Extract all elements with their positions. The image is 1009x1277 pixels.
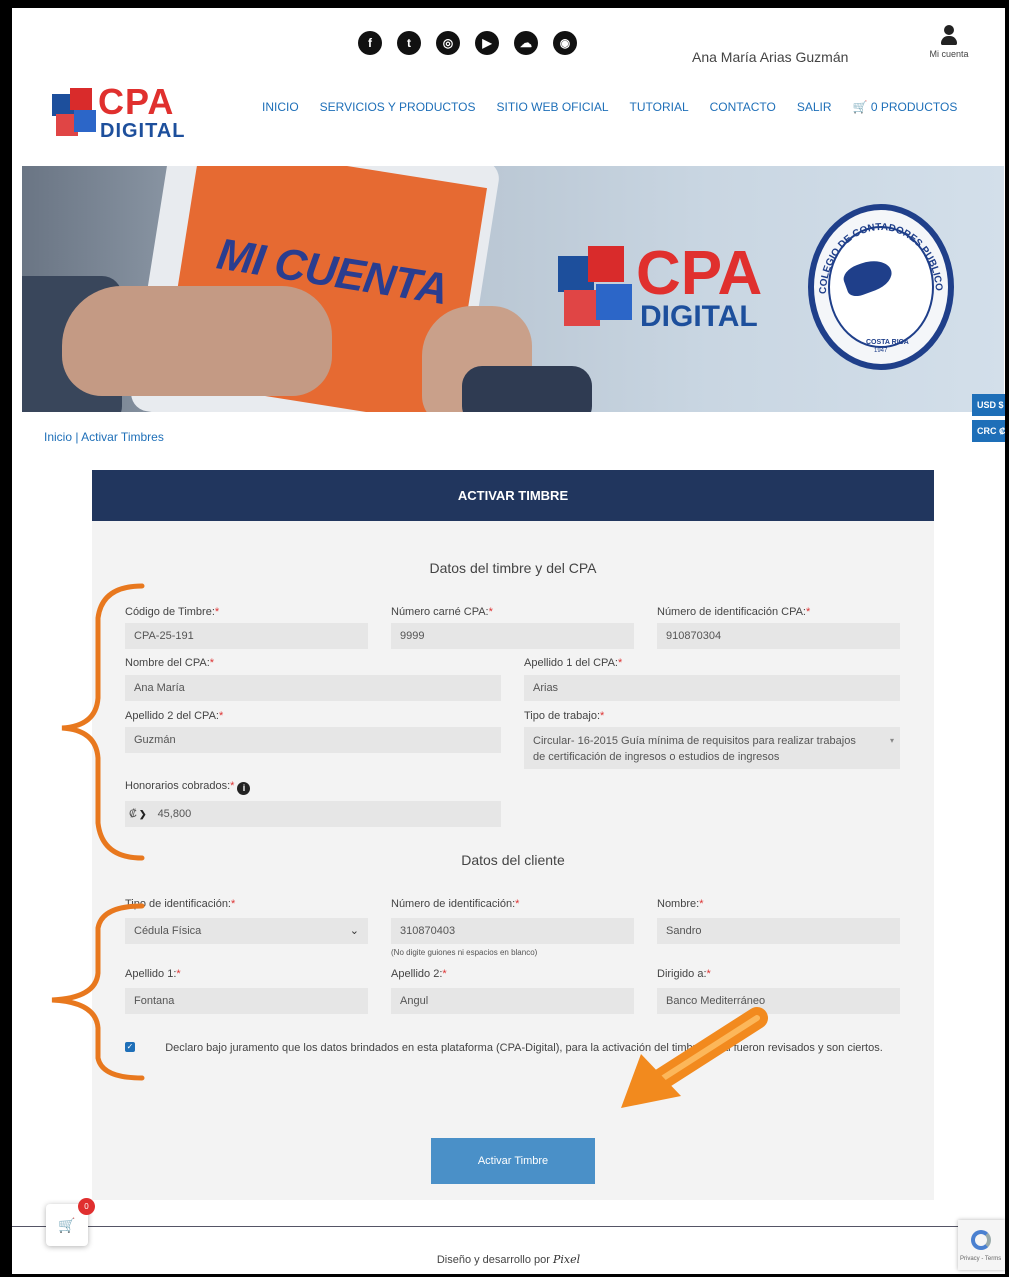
nav-tutorial[interactable]: TUTORIAL bbox=[630, 100, 689, 114]
currency-usd[interactable]: USD $ bbox=[972, 394, 1005, 416]
tipo-id-select[interactable]: Cédula Física ⌄ bbox=[125, 918, 368, 944]
apellido1-cpa-field[interactable]: Arias bbox=[524, 675, 900, 701]
activar-timbre-form: ACTIVAR TIMBRE Datos del timbre y del CP… bbox=[92, 470, 934, 1200]
nav-sitio-web[interactable]: SITIO WEB OFICIAL bbox=[497, 100, 609, 114]
account-link[interactable]: Mi cuenta bbox=[924, 25, 974, 59]
idcpa-label: Número de identificación CPA:* bbox=[657, 606, 811, 618]
colegio-seal: COLEGIO DE CONTADORES PUBLICOS COSTA RIC… bbox=[808, 204, 954, 370]
honorarios-value: 45,800 bbox=[157, 808, 192, 820]
user-name: Ana María Arias Guzmán bbox=[692, 49, 849, 65]
idcpa-field[interactable]: 910870304 bbox=[657, 623, 900, 649]
nav-salir[interactable]: SALIR bbox=[797, 100, 832, 114]
nav-inicio[interactable]: INICIO bbox=[262, 100, 299, 114]
youtube-icon[interactable]: ▶ bbox=[475, 31, 499, 55]
carne-field[interactable]: 9999 bbox=[391, 623, 634, 649]
footer-divider bbox=[12, 1226, 1005, 1227]
nombre-cliente-field[interactable]: Sandro bbox=[657, 918, 900, 944]
tipo-trabajo-line1: Circular- 16-2015 Guía mínima de requisi… bbox=[533, 735, 856, 747]
recaptcha-badge[interactable]: Privacy - Terms bbox=[958, 1220, 1005, 1270]
carne-label: Número carné CPA:* bbox=[391, 606, 493, 618]
activar-timbre-button[interactable]: Activar Timbre bbox=[431, 1138, 595, 1184]
recaptcha-icon bbox=[971, 1230, 991, 1250]
tipo-trabajo-line2: de certificación de ingresos o estudios … bbox=[533, 751, 780, 763]
podcast-icon[interactable]: ◉ bbox=[553, 31, 577, 55]
declaration-text: Declaro bajo juramento que los datos bri… bbox=[165, 1042, 883, 1054]
seal-text: COLEGIO DE CONTADORES PUBLICOS COSTA RIC… bbox=[808, 204, 944, 354]
svg-text:COSTA RICA: COSTA RICA bbox=[866, 339, 909, 346]
num-id-hint: (No digite guiones ni espacios en blanco… bbox=[391, 948, 538, 957]
honorarios-field[interactable]: ₡ ❯ 45,800 bbox=[125, 801, 501, 827]
footer-brand[interactable]: Pixel bbox=[553, 1253, 580, 1266]
apellido1-cliente-field[interactable]: Fontana bbox=[125, 988, 368, 1014]
hero-banner: MI CUENTA CPA DIGITAL COLEGIO DE CONTADO… bbox=[22, 166, 1004, 412]
nav-cart[interactable]: 🛒 0 PRODUCTOS bbox=[853, 100, 958, 114]
main-nav: INICIO SERVICIOS Y PRODUCTOS SITIO WEB O… bbox=[262, 100, 957, 114]
banner-logo-cpa: CPA bbox=[636, 239, 763, 308]
num-id-label: Número de identificación:* bbox=[391, 898, 520, 910]
soundcloud-icon[interactable]: ☁ bbox=[514, 31, 538, 55]
tipo-trabajo-select[interactable]: Circular- 16-2015 Guía mínima de requisi… bbox=[524, 727, 900, 769]
footer-text: Diseño y desarrollo por bbox=[436, 1254, 550, 1266]
cart-count-badge: 0 bbox=[78, 1198, 95, 1215]
cart-icon: 🛒 bbox=[58, 1216, 76, 1233]
svg-text:COLEGIO DE CONTADORES PUBLICOS: COLEGIO DE CONTADORES PUBLICOS bbox=[808, 204, 944, 294]
cart-icon: 🛒 bbox=[852, 100, 868, 114]
recaptcha-text: Privacy - Terms bbox=[960, 1256, 1002, 1262]
apellido2-cpa-field[interactable]: Guzmán bbox=[125, 727, 501, 753]
logo-cpa-text: CPA bbox=[98, 81, 175, 122]
breadcrumb[interactable]: Inicio | Activar Timbres bbox=[44, 430, 164, 444]
section-title-cliente: Datos del cliente bbox=[461, 852, 565, 868]
site-logo[interactable]: CPA DIGITAL bbox=[48, 84, 208, 144]
page: f t ◎ ▶ ☁ ◉ Ana María Arias Guzmán Mi cu… bbox=[12, 8, 1005, 1274]
nav-contacto[interactable]: CONTACTO bbox=[710, 100, 776, 114]
apellido1-cpa-label: Apellido 1 del CPA:* bbox=[524, 657, 623, 669]
account-label: Mi cuenta bbox=[929, 49, 969, 59]
form-title: ACTIVAR TIMBRE bbox=[92, 470, 934, 521]
nav-servicios[interactable]: SERVICIOS Y PRODUCTOS bbox=[320, 100, 476, 114]
svg-text:1947: 1947 bbox=[874, 348, 888, 354]
logo-digital-text: DIGITAL bbox=[100, 120, 186, 142]
cart-label: 0 PRODUCTOS bbox=[870, 100, 958, 114]
instagram-icon[interactable]: ◎ bbox=[436, 31, 460, 55]
nombre-cliente-label: Nombre:* bbox=[657, 898, 704, 910]
tipo-trabajo-label: Tipo de trabajo:* bbox=[524, 710, 605, 722]
num-id-field[interactable]: 310870403 bbox=[391, 918, 634, 944]
nombre-cpa-field[interactable]: Ana María bbox=[125, 675, 501, 701]
annotation-arrow bbox=[621, 1007, 768, 1108]
currency-crc[interactable]: CRC ₡ bbox=[972, 420, 1005, 442]
user-icon bbox=[941, 25, 957, 46]
facebook-icon[interactable]: f bbox=[358, 31, 382, 55]
annotation-brace bbox=[51, 583, 145, 1081]
chevron-down-icon: ⌄ bbox=[349, 925, 359, 937]
apellido2-cliente-label: Apellido 2:* bbox=[391, 968, 447, 980]
dirigido-label: Dirigido a:* bbox=[657, 968, 711, 980]
footer: Diseño y desarrollo por Pixel bbox=[12, 1253, 1005, 1266]
apellido2-cliente-field[interactable]: Angul bbox=[391, 988, 634, 1014]
info-icon[interactable]: i bbox=[237, 782, 251, 795]
banner-logo: CPA DIGITAL bbox=[558, 239, 808, 334]
tumblr-icon[interactable]: t bbox=[397, 31, 421, 55]
codigo-field[interactable]: CPA-25-191 bbox=[125, 623, 368, 649]
chevron-down-icon: ▾ bbox=[889, 736, 894, 745]
banner-logo-digital: DIGITAL bbox=[640, 300, 758, 333]
section-title-timbre: Datos del timbre y del CPA bbox=[429, 560, 597, 576]
social-links: f t ◎ ▶ ☁ ◉ bbox=[358, 31, 577, 55]
